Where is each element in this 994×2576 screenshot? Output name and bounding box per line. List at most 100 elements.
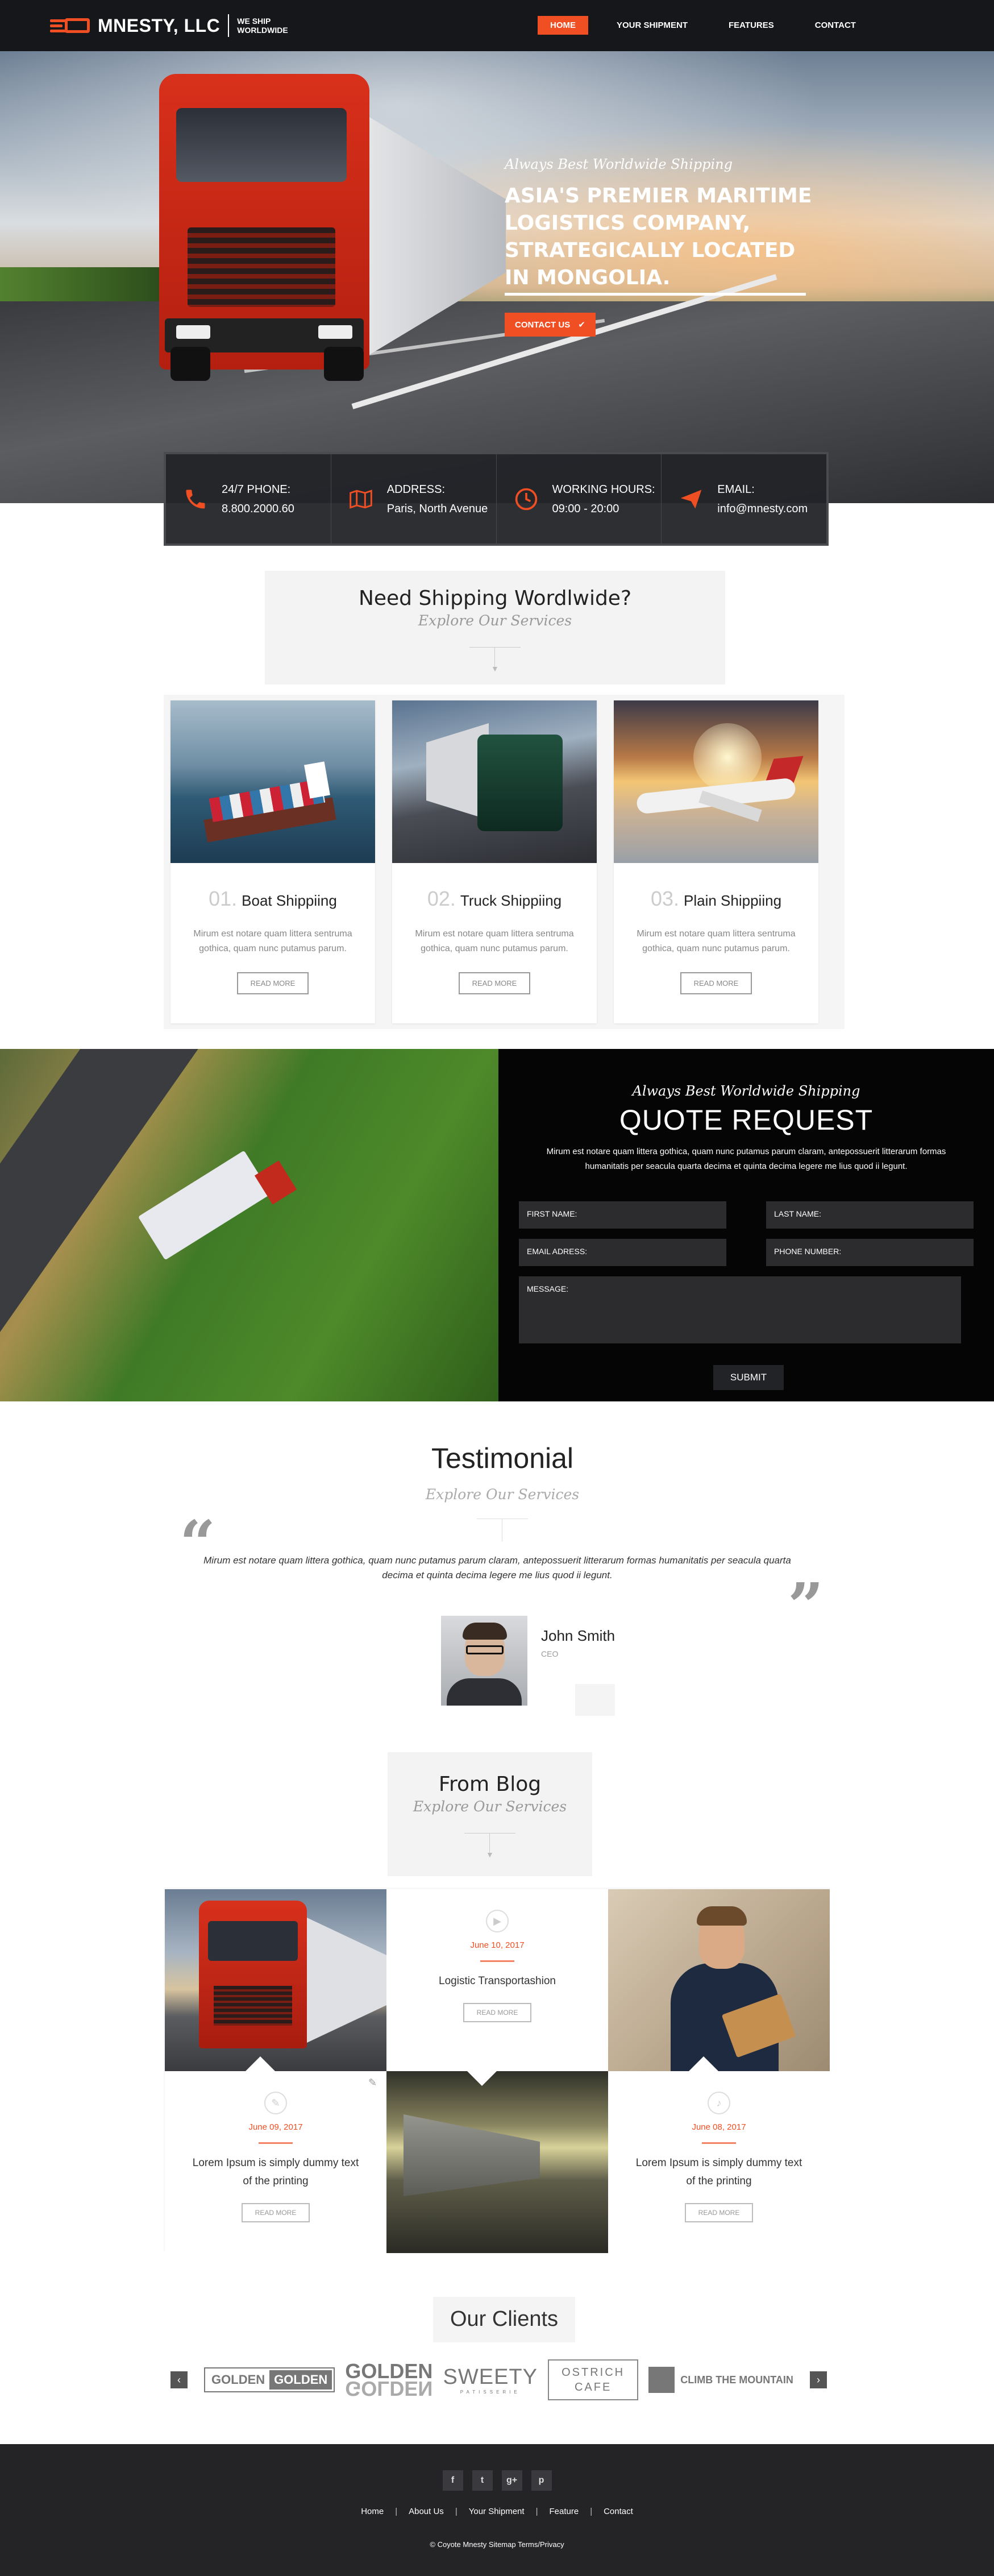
service-card: 02. Truck Shippiing Mirum est notare quam… <box>392 700 597 1023</box>
hero-title: ASIA'S PREMIER MARITIME LOGISTICS COMPAN… <box>505 184 812 289</box>
footer-link-contact[interactable]: Contact <box>592 2507 644 2516</box>
down-arrow-icon: ▼ <box>469 639 521 673</box>
blog-date: June 10, 2017 <box>470 1940 525 1950</box>
blog-truck-image[interactable] <box>165 1889 386 2071</box>
blog-title[interactable]: Lorem Ipsum is simply dummy text of the … <box>631 2154 807 2191</box>
services-title: Need Shipping Wordlwide? <box>358 587 632 610</box>
email-value[interactable]: info@mnesty.com <box>717 499 808 518</box>
quote-desc: Mirum est notare quam littera gothica, q… <box>546 1147 946 1171</box>
blog-date: June 08, 2017 <box>692 2122 746 2132</box>
blog-heading: From Blog Explore Our Services ▼ <box>388 1752 592 1876</box>
testimonial-deco <box>575 1684 615 1716</box>
blog-road-image[interactable] <box>386 2071 608 2253</box>
service-desc: Mirum est notare quam littera sentruma g… <box>193 929 352 953</box>
hero-underline <box>505 293 806 296</box>
quote-section: Always Best Worldwide Shipping QUOTE REQ… <box>0 1049 994 1401</box>
paper-plane-icon <box>674 482 708 516</box>
hours-label: WORKING HOURS: <box>552 483 655 496</box>
service-desc: Mirum est notare quam littera sentruma g… <box>415 929 574 953</box>
service-title: Plain Shippiing <box>684 892 782 909</box>
blog-title[interactable]: Lorem Ipsum is simply dummy text of the … <box>188 2154 364 2191</box>
carousel-next-button[interactable]: › <box>810 2371 827 2388</box>
footer-link-home[interactable]: Home <box>350 2507 395 2516</box>
social-links: f t g+ p <box>0 2470 994 2491</box>
hours-value: 09:00 - 20:00 <box>552 502 619 515</box>
blog-title[interactable]: Logistic Transportashion <box>409 1972 585 1990</box>
google-plus-icon[interactable]: g+ <box>501 2470 522 2491</box>
testimonial-title: Testimonial <box>431 1442 574 1474</box>
last-name-field[interactable]: LAST NAME: <box>766 1201 974 1229</box>
client-logo[interactable]: CLIMB THE MOUNTAIN <box>648 2367 793 2393</box>
read-more-button[interactable]: READ MORE <box>236 972 309 994</box>
client-logo[interactable]: OSTRICH CAFE <box>548 2359 639 2400</box>
down-arrow-icon: ▼ <box>464 1825 515 1859</box>
quote-title: QUOTE REQUEST <box>619 1104 874 1136</box>
quote-panel: Always Best Worldwide Shipping QUOTE REQ… <box>498 1049 994 1401</box>
phone-field[interactable]: PHONE NUMBER: <box>766 1239 974 1266</box>
facebook-icon[interactable]: f <box>442 2470 463 2491</box>
boat-image <box>170 700 375 863</box>
hero-banner: Always Best Worldwide Shipping ASIA'S PR… <box>0 51 994 503</box>
logo-divider <box>228 14 230 37</box>
contact-us-button[interactable]: CONTACT US ✔ <box>505 313 596 337</box>
client-logo[interactable]: GOLDEN GOLDEN <box>345 2361 432 2401</box>
logo[interactable]: MNESTY, LLC WE SHIP WORLDWIDE <box>50 13 300 39</box>
hero-truck-image <box>153 63 506 381</box>
quote-form: FIRST NAME: LAST NAME: EMAIL ADRESS: PHO… <box>519 1201 974 1390</box>
carousel-prev-button[interactable]: ‹ <box>170 2371 188 2388</box>
service-card: 01. Boat Shippiing Mirum est notare quam … <box>170 700 375 1023</box>
service-number: 02. <box>427 887 456 910</box>
copyright: © Coyote Mnesty Sitemap Terms/Privacy <box>430 2540 564 2549</box>
nav-home[interactable]: HOME <box>538 16 588 35</box>
twitter-icon[interactable]: t <box>472 2470 493 2491</box>
footer-nav: Home | About Us | Your Shipment | Feature | … <box>0 2507 994 2516</box>
author-role: CEO <box>541 1649 559 1658</box>
nav-contact[interactable]: CONTACT <box>802 16 868 35</box>
down-arrow-icon <box>477 1513 528 1547</box>
pinterest-icon[interactable]: p <box>531 2470 552 2491</box>
contact-address: ADDRESS: Paris, North Avenue <box>331 454 497 544</box>
read-more-button[interactable]: READ MORE <box>241 2203 310 2222</box>
contact-us-label: CONTACT US <box>515 320 571 330</box>
service-number: 01. <box>209 887 238 910</box>
check-icon: ✔ <box>578 320 585 330</box>
client-logo[interactable]: GOLDEN GOLDEN <box>204 2367 335 2392</box>
site-header: MNESTY, LLC WE SHIP WORLDWIDE HOME YOUR … <box>0 0 994 51</box>
phone-value[interactable]: 8.800.2000.60 <box>222 499 294 518</box>
client-logo[interactable]: SWEETY PATISSERIE <box>443 2365 538 2395</box>
blog-businessman-image[interactable] <box>608 1889 830 2071</box>
footer-link-about[interactable]: About Us <box>397 2507 455 2516</box>
service-card: 03. Plain Shippiing Mirum est notare quam… <box>614 700 818 1023</box>
read-more-button[interactable]: READ MORE <box>680 972 752 994</box>
contact-info-bar: 24/7 PHONE: 8.800.2000.60 ADDRESS: Paris… <box>164 452 829 546</box>
contact-hours: WORKING HOURS: 09:00 - 20:00 <box>497 454 662 544</box>
read-more-button[interactable]: READ MORE <box>684 2203 754 2222</box>
nav-your-shipment[interactable]: YOUR SHIPMENT <box>604 16 700 35</box>
services-subtitle: Explore Our Services <box>418 612 572 629</box>
submit-button[interactable]: SUBMIT <box>713 1365 784 1390</box>
email-label: EMAIL: <box>717 483 755 496</box>
blog-grid: ▶ June 10, 2017 Logistic Transportashion… <box>164 1888 830 2253</box>
read-more-button[interactable]: READ MORE <box>463 2003 532 2022</box>
site-footer: f t g+ p Home | About Us | Your Shipment | … <box>0 2444 994 2576</box>
logo-name: MNESTY, LLC <box>98 15 221 36</box>
service-desc: Mirum est notare quam littera sentruma g… <box>637 929 796 953</box>
footer-link-feature[interactable]: Feature <box>538 2507 590 2516</box>
testimonial-subtitle: Explore Our Services <box>425 1486 580 1503</box>
pin-icon: ✎ <box>368 2077 377 2088</box>
address-label: ADDRESS: <box>386 483 445 496</box>
logo-truck-icon <box>50 16 91 35</box>
avatar <box>441 1616 527 1706</box>
email-field[interactable]: EMAIL ADRESS: <box>519 1239 726 1266</box>
blog-post: ▶ June 10, 2017 Logistic Transportashion… <box>386 1889 608 2071</box>
close-quote-icon: ” <box>788 1569 824 1642</box>
contact-phone: 24/7 PHONE: 8.800.2000.60 <box>166 454 331 544</box>
address-value: Paris, North Avenue <box>386 502 488 515</box>
message-field[interactable]: MESSAGE: <box>519 1276 961 1343</box>
nav-features[interactable]: FEATURES <box>716 16 787 35</box>
footer-link-shipment[interactable]: Your Shipment <box>458 2507 536 2516</box>
hero-text: Always Best Worldwide Shipping ASIA'S PR… <box>505 156 823 337</box>
truck-image <box>392 700 597 863</box>
first-name-field[interactable]: FIRST NAME: <box>519 1201 726 1229</box>
read-more-button[interactable]: READ MORE <box>458 972 531 994</box>
